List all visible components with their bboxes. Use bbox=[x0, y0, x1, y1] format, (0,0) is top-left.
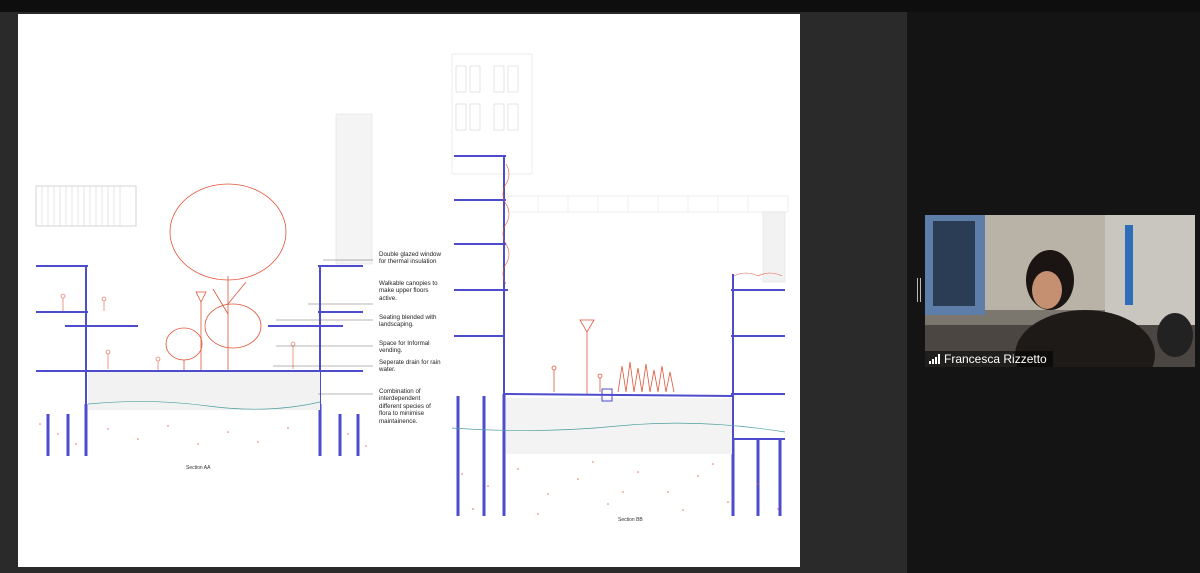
section-aa-drawing bbox=[35, 113, 373, 456]
annotation-flora: Combination of interdependent different … bbox=[379, 388, 431, 425]
participant-name: Francesca Rizzetto bbox=[944, 352, 1047, 366]
panel-resize-handle[interactable] bbox=[917, 278, 921, 302]
participant-name-tag: Francesca Rizzetto bbox=[925, 351, 1053, 367]
annotation-informal-vending: Space for Informal vending. bbox=[379, 340, 430, 355]
section-bb-drawing bbox=[451, 53, 789, 516]
annotation-rain-drain: Seperate drain for rain water. bbox=[379, 359, 441, 374]
signal-bars-icon bbox=[929, 354, 940, 364]
shared-slide: Section AA Section BB Double glazed wind… bbox=[18, 14, 800, 567]
annotation-walkable-canopies: Walkable canopies to make upper floors a… bbox=[379, 280, 438, 302]
participant-video-feed bbox=[925, 215, 1195, 367]
annotation-seating: Seating blended with landscaping. bbox=[379, 314, 437, 329]
annotation-double-glazed: Double glazed window for thermal insulat… bbox=[379, 251, 441, 266]
section-bb-caption: Section BB bbox=[618, 517, 643, 523]
section-aa-caption: Section AA bbox=[186, 465, 211, 471]
participant-video-tile[interactable]: Francesca Rizzetto bbox=[925, 215, 1195, 367]
window-top-bar bbox=[0, 0, 1200, 12]
